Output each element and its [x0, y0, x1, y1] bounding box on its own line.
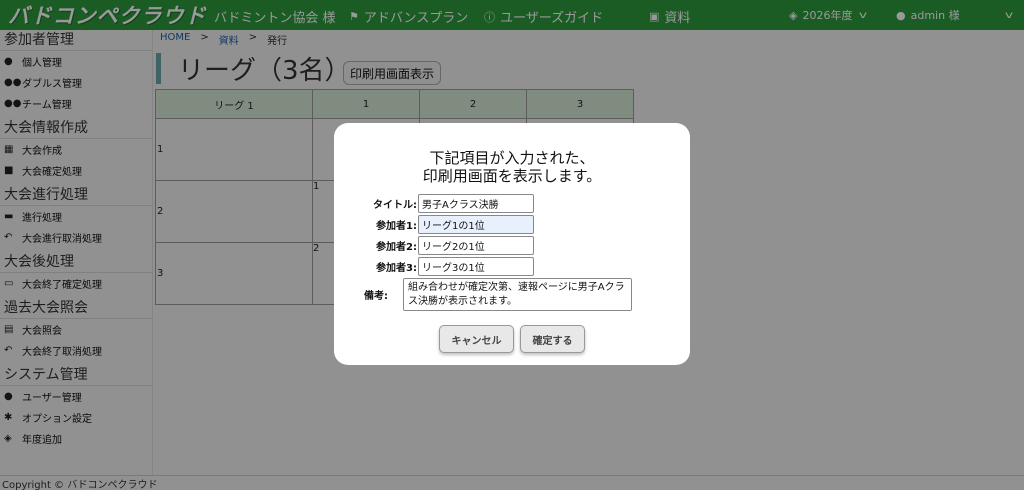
dialog-message-line: 下記項目が入力された、: [429, 149, 595, 167]
participant1-row: 参加者1:: [334, 215, 534, 234]
dialog-message-line: 印刷用画面を表示します。: [422, 167, 602, 185]
participant2-row: 参加者2:: [334, 236, 534, 255]
participant1-label: 参加者1:: [376, 221, 417, 232]
title-label: タイトル:: [373, 200, 417, 211]
confirm-button[interactable]: 確定する: [520, 325, 585, 353]
participant2-input[interactable]: [418, 236, 534, 255]
title-input[interactable]: [418, 194, 534, 213]
participant3-label: 参加者3:: [376, 263, 417, 274]
remarks-label: 備考:: [364, 291, 388, 302]
remarks-textarea[interactable]: 組み合わせが確定次第、速報ページに男子Aクラス決勝が表示されます。: [403, 278, 632, 311]
participant1-input[interactable]: [418, 215, 534, 234]
title-row: タイトル:: [334, 194, 534, 213]
participant2-label: 参加者2:: [376, 242, 417, 253]
participant3-input[interactable]: [418, 257, 534, 276]
dialog-message: 下記項目が入力された、 印刷用画面を表示します。: [334, 149, 690, 185]
cancel-button[interactable]: キャンセル: [439, 325, 514, 353]
print-confirm-dialog: 下記項目が入力された、 印刷用画面を表示します。 タイトル: 参加者1: 参加者…: [334, 123, 690, 365]
remarks-row: 備考: 組み合わせが確定次第、速報ページに男子Aクラス決勝が表示されます。: [334, 278, 632, 311]
participant3-row: 参加者3:: [334, 257, 534, 276]
